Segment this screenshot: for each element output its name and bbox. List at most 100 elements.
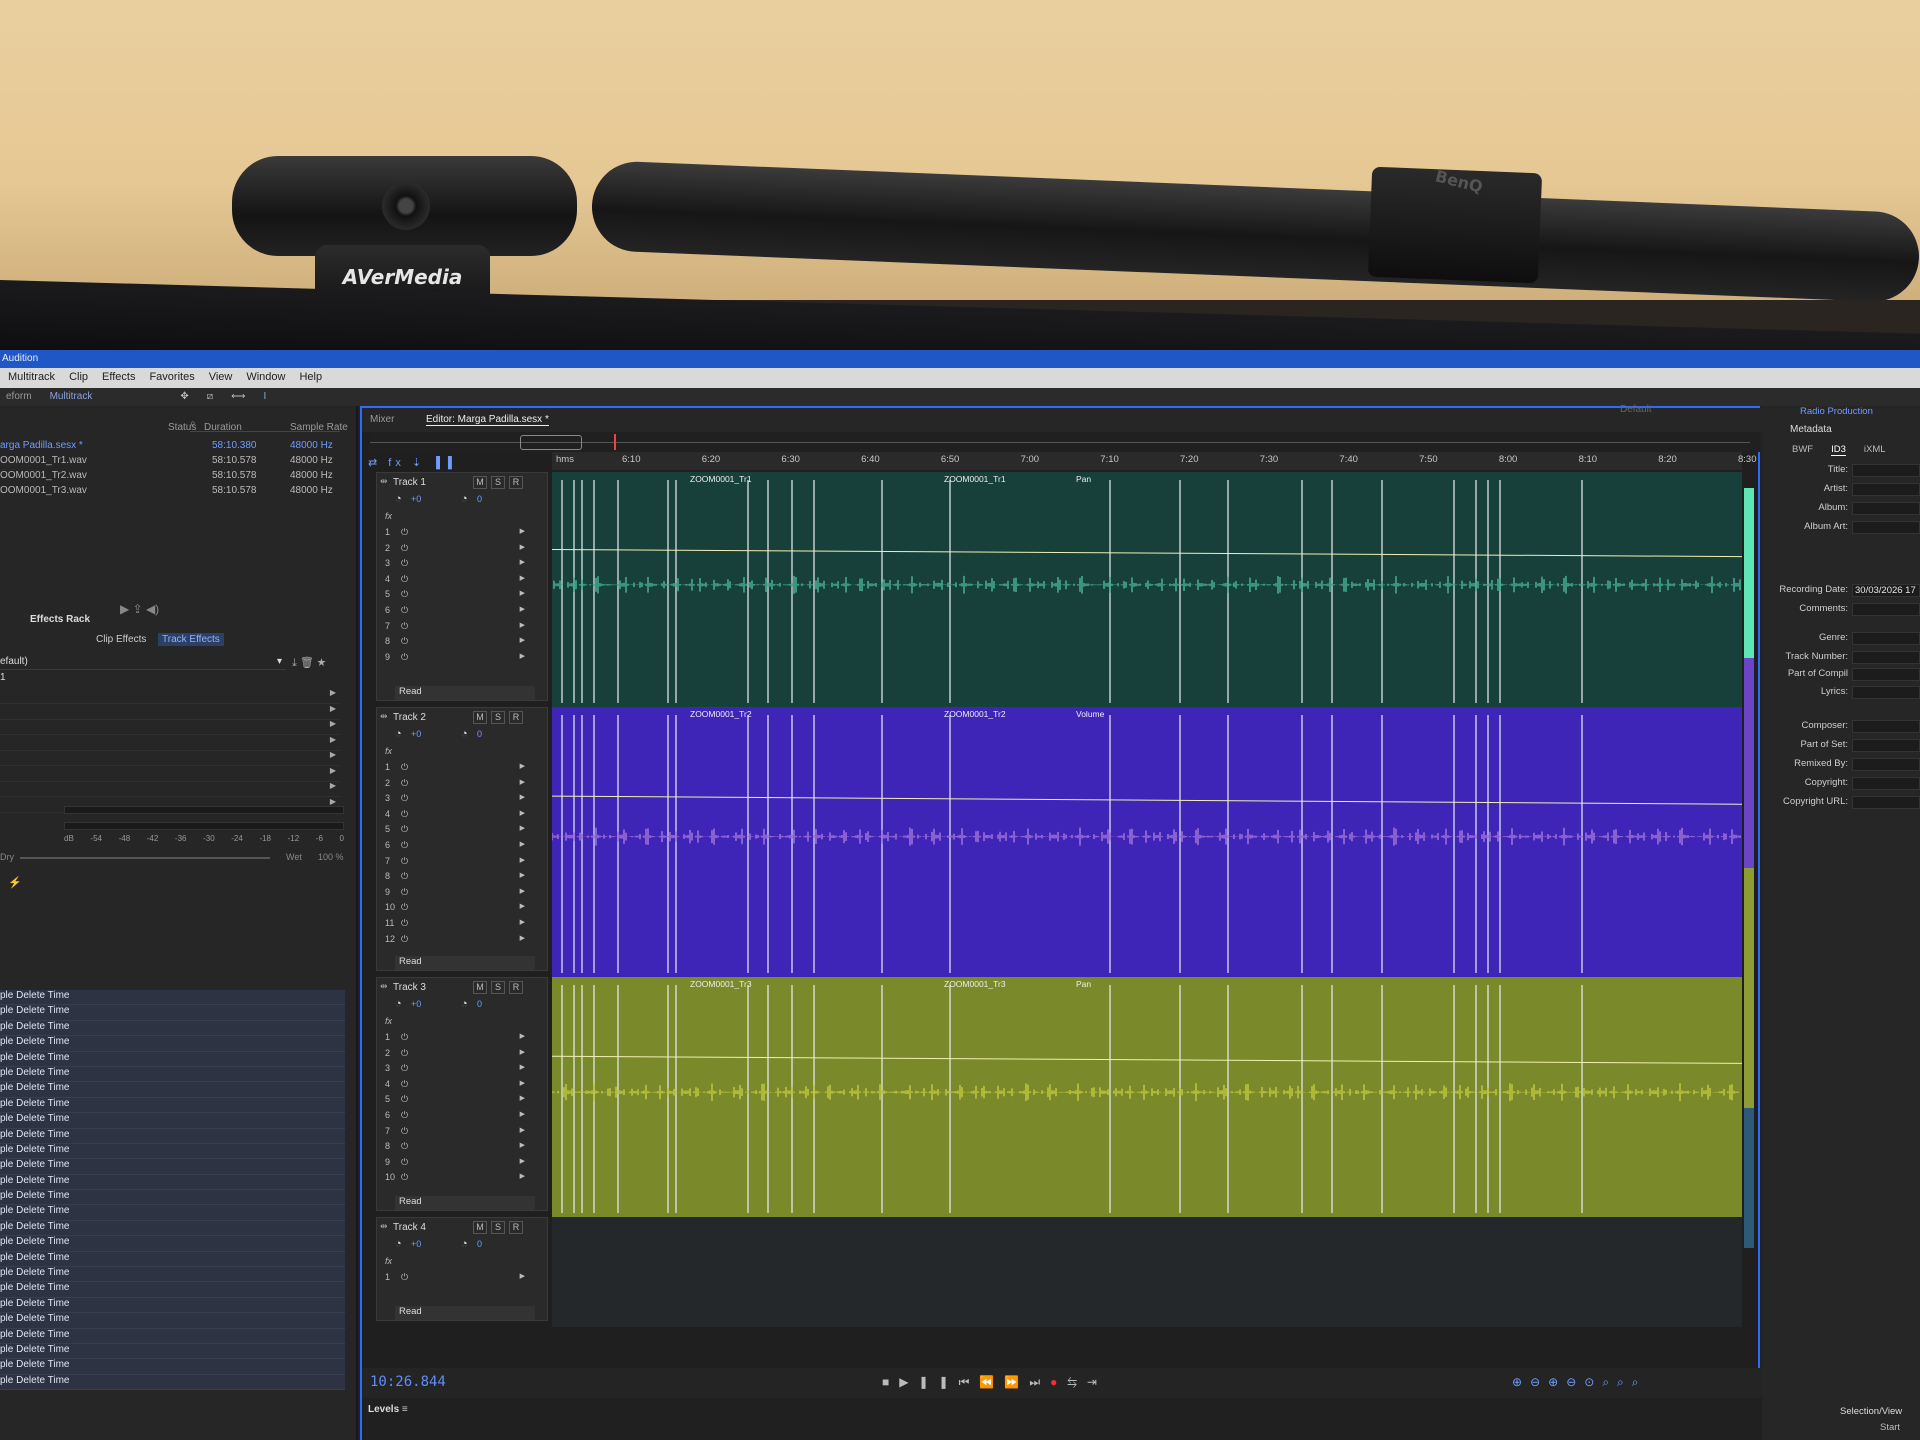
effects-rack-tab[interactable]: Effects Rack bbox=[30, 614, 90, 625]
history-item[interactable]: ple Delete Time bbox=[0, 1298, 345, 1314]
zoom-out-point-icon[interactable]: ⌕ bbox=[1632, 1375, 1647, 1389]
track-effect-slot[interactable]: 3 ⏻ ▶ bbox=[385, 558, 525, 572]
metadata-input[interactable] bbox=[1852, 464, 1920, 477]
volume-knob-icon[interactable]: ◔ bbox=[395, 998, 402, 1010]
history-item[interactable]: ple Delete Time bbox=[0, 1005, 345, 1021]
save-preset-icon[interactable]: ⤓ 🗑 ★ bbox=[292, 656, 326, 670]
power-icon[interactable]: ⏻ bbox=[401, 856, 408, 867]
workspace-radio-production[interactable]: Radio Production bbox=[1800, 406, 1873, 417]
zoom-in-amplitude-icon[interactable]: ⊕ bbox=[1512, 1375, 1530, 1389]
play-icon[interactable]: ▶ bbox=[899, 1375, 918, 1389]
history-item[interactable]: ple Delete Time bbox=[0, 1129, 345, 1144]
sample-rate-column-header[interactable]: Sample Rate bbox=[290, 422, 348, 433]
menu-item-help[interactable]: Help bbox=[299, 371, 322, 385]
automation-mode-dropdown[interactable]: Read bbox=[395, 956, 535, 970]
metadata-input[interactable] bbox=[1852, 483, 1920, 496]
slip-tool-icon[interactable]: ⟷ bbox=[231, 391, 245, 403]
history-item[interactable]: ple Delete Time bbox=[0, 1344, 345, 1360]
collapse-icon[interactable]: ⇹ bbox=[380, 981, 388, 992]
track-effect-slot[interactable]: 9 ⏻ ▶ bbox=[385, 887, 525, 901]
power-icon[interactable]: ⏻ bbox=[401, 809, 408, 820]
history-item[interactable]: ple Delete Time bbox=[0, 1098, 345, 1114]
track-pan[interactable]: 0 bbox=[477, 729, 482, 739]
automation-mode-dropdown[interactable]: Read bbox=[395, 686, 535, 700]
track-effect-slot[interactable]: 6 ⏻ ▶ bbox=[385, 1110, 525, 1124]
power-icon[interactable]: ⏻ bbox=[401, 589, 408, 600]
panel-menu-icon[interactable]: ≡ bbox=[402, 1404, 408, 1415]
skip-selection-icon[interactable]: ⇥ bbox=[1087, 1375, 1107, 1389]
track-effect-slot[interactable]: 4 ⏻ ▶ bbox=[385, 574, 525, 588]
power-icon[interactable]: ⏻ bbox=[401, 543, 408, 554]
track-effect-slot[interactable]: 8 ⏻ ▶ bbox=[385, 1141, 525, 1155]
power-icon[interactable]: ⏻ bbox=[401, 1272, 408, 1283]
effect-slot[interactable]: ▶ bbox=[0, 750, 340, 766]
track-lane[interactable] bbox=[552, 1217, 1742, 1327]
preset-dropdown[interactable]: efault) ▾ bbox=[0, 656, 286, 670]
menu-item-window[interactable]: Window bbox=[246, 371, 285, 385]
track-effect-slot[interactable]: 12 ⏻ ▶ bbox=[385, 934, 525, 948]
zoom-out-time-icon[interactable]: ⊖ bbox=[1566, 1375, 1584, 1389]
volume-knob-icon[interactable]: ◔ bbox=[395, 1238, 402, 1250]
power-toggle-icon[interactable]: ⚡ bbox=[8, 876, 22, 889]
file-row[interactable]: arga Padilla.sesx * 58:10.380 48000 Hz bbox=[0, 440, 358, 456]
history-item[interactable]: ple Delete Time bbox=[0, 1113, 345, 1129]
track-pan[interactable]: 0 bbox=[477, 999, 482, 1009]
track-effect-slot[interactable]: 10 ⏻ ▶ bbox=[385, 902, 525, 916]
power-icon[interactable]: ⏻ bbox=[401, 1063, 408, 1074]
zoom-full-icon[interactable]: ⊙ bbox=[1584, 1375, 1602, 1389]
power-icon[interactable]: ⏻ bbox=[401, 1110, 408, 1121]
fx-icon[interactable]: fx bbox=[385, 746, 392, 756]
power-icon[interactable]: ⏻ bbox=[401, 1141, 408, 1152]
power-icon[interactable]: ⏻ bbox=[401, 793, 408, 804]
track-effect-slot[interactable]: 5 ⏻ ▶ bbox=[385, 589, 525, 603]
pause-icon[interactable]: ❚❚ bbox=[918, 1375, 958, 1389]
power-icon[interactable]: ⏻ bbox=[401, 1048, 408, 1059]
metadata-input[interactable] bbox=[1852, 720, 1920, 733]
power-icon[interactable]: ⏻ bbox=[401, 558, 408, 569]
collapse-icon[interactable]: ⇹ bbox=[380, 711, 388, 722]
track-effect-slot[interactable]: 2 ⏻ ▶ bbox=[385, 543, 525, 557]
rewind-icon[interactable]: ⏪ bbox=[979, 1375, 1004, 1389]
power-icon[interactable]: ⏻ bbox=[401, 902, 408, 913]
track-effect-slot[interactable]: 1 ⏻ ▶ bbox=[385, 762, 525, 776]
mute-button[interactable]: M bbox=[473, 476, 487, 489]
zoom-in-point-icon[interactable]: ⌕ bbox=[1617, 1375, 1632, 1389]
power-icon[interactable]: ⏻ bbox=[401, 918, 408, 929]
history-item[interactable]: ple Delete Time bbox=[0, 990, 345, 1006]
history-item[interactable]: ple Delete Time bbox=[0, 1159, 345, 1175]
metadata-input[interactable] bbox=[1852, 632, 1920, 645]
track-effect-slot[interactable]: 3 ⏻ ▶ bbox=[385, 1063, 525, 1077]
status-column-header[interactable]: Status bbox=[168, 422, 196, 433]
power-icon[interactable]: ⏻ bbox=[401, 1157, 408, 1168]
track-lane[interactable]: ZOOM0001_Tr1 ZOOM0001_Tr1 Pan bbox=[552, 472, 1742, 707]
metadata-input[interactable] bbox=[1852, 603, 1920, 616]
file-row[interactable]: OOM0001_Tr1.wav 58:10.578 48000 Hz bbox=[0, 455, 358, 471]
track-effect-slot[interactable]: 2 ⏻ ▶ bbox=[385, 1048, 525, 1062]
zoom-in-time-icon[interactable]: ⊕ bbox=[1548, 1375, 1566, 1389]
history-item[interactable]: ple Delete Time bbox=[0, 1205, 345, 1221]
history-item[interactable]: ple Delete Time bbox=[0, 1329, 345, 1344]
power-icon[interactable]: ⏻ bbox=[401, 840, 408, 851]
effect-slot[interactable]: ▶ bbox=[0, 719, 340, 735]
track-effect-slot[interactable]: 11 ⏻ ▶ bbox=[385, 918, 525, 932]
track-effect-slot[interactable]: 8 ⏻ ▶ bbox=[385, 871, 525, 885]
power-icon[interactable]: ⏻ bbox=[401, 574, 408, 585]
power-icon[interactable]: ⏻ bbox=[401, 636, 408, 647]
track-volume[interactable]: +0 bbox=[411, 729, 421, 739]
power-icon[interactable]: ⏻ bbox=[401, 1172, 408, 1183]
history-item[interactable]: ple Delete Time bbox=[0, 1252, 345, 1268]
power-icon[interactable]: ⏻ bbox=[401, 887, 408, 898]
track-effect-slot[interactable]: 9 ⏻ ▶ bbox=[385, 1157, 525, 1171]
track-effect-slot[interactable]: 2 ⏻ ▶ bbox=[385, 778, 525, 792]
power-icon[interactable]: ⏻ bbox=[401, 778, 408, 789]
history-item[interactable]: ple Delete Time bbox=[0, 1359, 345, 1375]
mute-button[interactable]: M bbox=[473, 1221, 487, 1234]
volume-knob-icon[interactable]: ◔ bbox=[395, 728, 402, 740]
track-effect-slot[interactable]: 7 ⏻ ▶ bbox=[385, 621, 525, 635]
power-icon[interactable]: ⏻ bbox=[401, 1126, 408, 1137]
history-item[interactable]: ple Delete Time bbox=[0, 1221, 345, 1237]
metadata-tab-bwf[interactable]: BWF bbox=[1792, 444, 1813, 456]
history-item[interactable]: ple Delete Time bbox=[0, 1267, 345, 1283]
metadata-input[interactable]: 30/03/2026 17 bbox=[1852, 584, 1920, 597]
history-item[interactable]: ple Delete Time bbox=[0, 1282, 345, 1298]
